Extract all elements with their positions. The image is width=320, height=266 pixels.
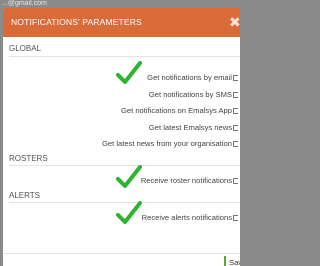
section-global-label: GLOBAL xyxy=(9,44,42,53)
dialog-header: NOTIFICATIONS' PARAMETERS ✖ xyxy=(3,8,240,37)
sms-checkbox[interactable] xyxy=(233,92,238,98)
option-alerts[interactable]: Receive alerts notifications xyxy=(142,213,238,222)
footer-divider xyxy=(3,253,240,254)
section-rosters-label: ROSTERS xyxy=(9,154,48,163)
notifications-parameters-dialog: NOTIFICATIONS' PARAMETERS ✖ GLOBAL Get n… xyxy=(3,8,240,266)
roster-checkbox[interactable] xyxy=(233,178,238,184)
app-checkbox[interactable] xyxy=(233,108,238,114)
option-app-label: Get notifications on Emalsys App xyxy=(120,106,232,115)
checkmark-icon xyxy=(116,61,142,84)
alerts-checkbox[interactable] xyxy=(233,215,238,221)
option-roster[interactable]: Receive roster notifications xyxy=(141,176,238,185)
section-alerts-label: ALERTS xyxy=(9,191,40,200)
org-news-checkbox[interactable] xyxy=(233,141,238,147)
dialog-title: NOTIFICATIONS' PARAMETERS xyxy=(11,17,142,27)
emalsys-news-checkbox[interactable] xyxy=(233,125,238,131)
option-email-label: Get notifications by email xyxy=(147,73,232,82)
checkmark-icon xyxy=(116,201,142,224)
email-checkbox[interactable] xyxy=(233,75,238,81)
option-emalsys-news[interactable]: Get latest Emalsys news xyxy=(149,123,238,132)
checkmark-icon xyxy=(116,165,142,188)
close-icon[interactable]: ✖ xyxy=(229,15,240,29)
option-email[interactable]: Get notifications by email xyxy=(147,73,238,82)
option-app[interactable]: Get notifications on Emalsys App xyxy=(121,106,238,115)
option-org-news-label: Get latest news from your organisation xyxy=(102,139,232,148)
option-alerts-label: Receive alerts notifications xyxy=(141,213,232,222)
background-email-text: ...@gmail.com xyxy=(2,0,47,7)
option-sms[interactable]: Get notifications by SMS xyxy=(149,90,238,99)
option-sms-label: Get notifications by SMS xyxy=(148,90,232,99)
save-button[interactable]: Save xyxy=(224,256,240,266)
option-emalsys-news-label: Get latest Emalsys news xyxy=(148,123,232,132)
option-roster-label: Receive roster notifications xyxy=(140,176,232,185)
section-global-divider xyxy=(9,56,240,57)
option-org-news[interactable]: Get latest news from your organisation xyxy=(102,139,238,148)
